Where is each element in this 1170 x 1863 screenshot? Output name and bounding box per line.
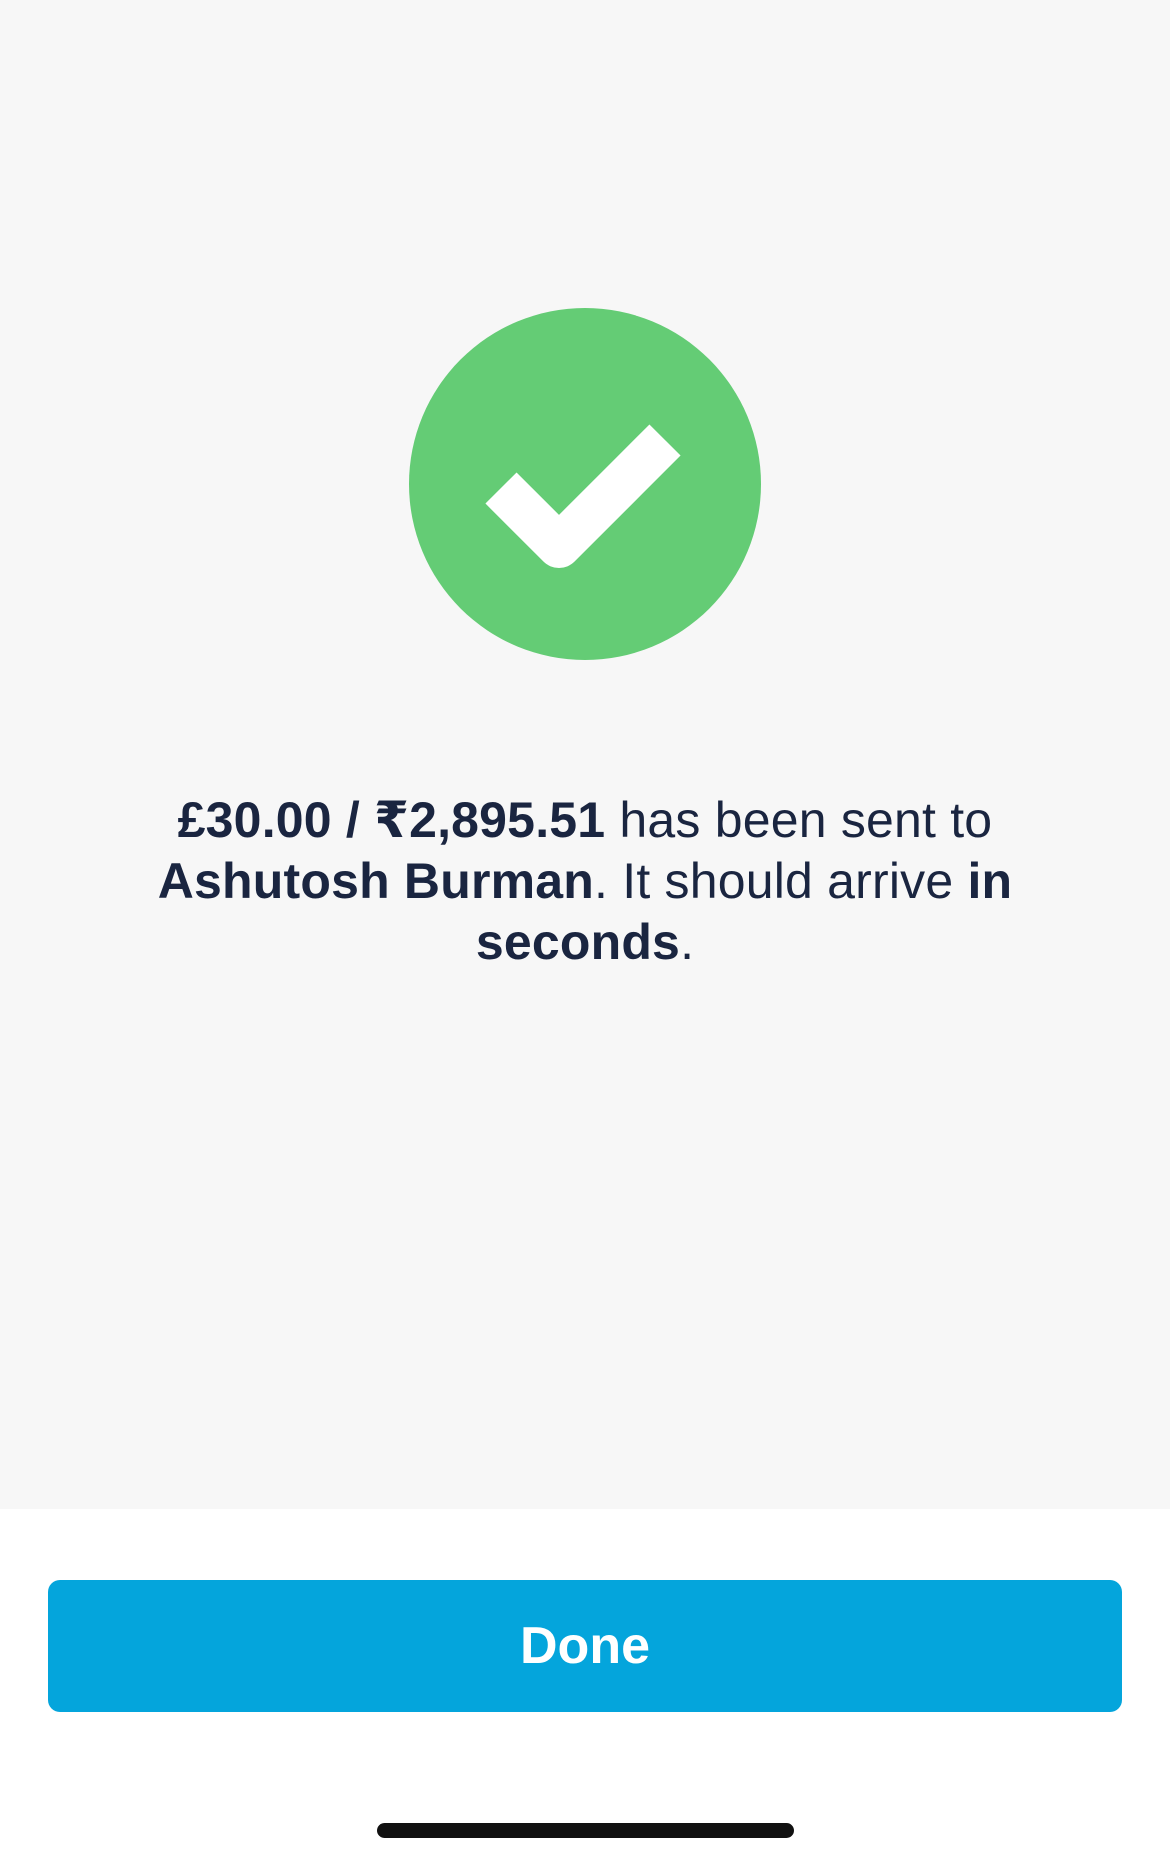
- message-period: .: [680, 914, 695, 970]
- done-button[interactable]: Done: [48, 1580, 1122, 1712]
- success-badge: [409, 308, 761, 660]
- confirmation-area: £30.00 / ₹2,895.51 has been sent to Ashu…: [0, 0, 1170, 1509]
- recipient-name: Ashutosh Burman: [157, 853, 595, 909]
- transfer-success-screen: £30.00 / ₹2,895.51 has been sent to Ashu…: [0, 0, 1170, 1863]
- sent-to-text: has been sent to: [605, 792, 993, 848]
- confirmation-message: £30.00 / ₹2,895.51 has been sent to Ashu…: [140, 790, 1030, 973]
- home-indicator[interactable]: [377, 1823, 794, 1838]
- transfer-amount: £30.00 / ₹2,895.51: [177, 792, 606, 848]
- checkmark-icon: [485, 424, 681, 568]
- arrival-text: . It should arrive: [594, 853, 968, 909]
